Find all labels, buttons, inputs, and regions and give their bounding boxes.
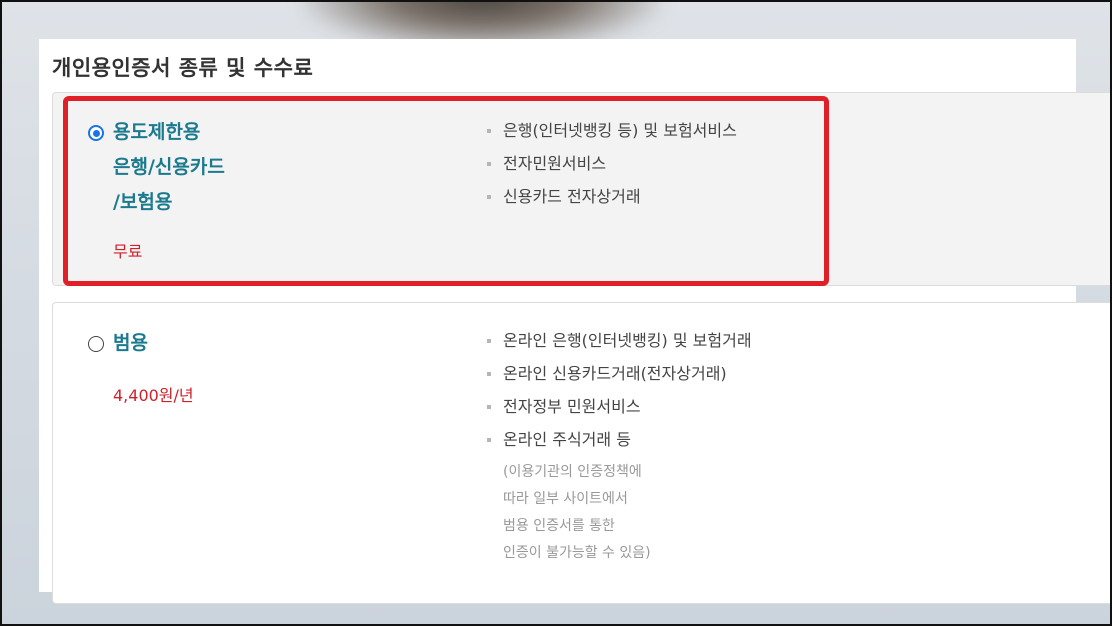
feature-text: 온라인 주식거래 등 xyxy=(503,430,631,449)
square-bullet-icon xyxy=(487,339,491,343)
note-line: 범용 인증서를 통한 xyxy=(503,518,615,534)
square-bullet-icon xyxy=(487,405,491,409)
square-bullet-icon xyxy=(487,438,491,442)
option-price: 4,400원/년 xyxy=(113,386,194,405)
note-line: 인증이 불가능할 수 있음) xyxy=(503,545,651,561)
feature-text: 전자정부 민원서비스 xyxy=(503,397,641,416)
option-name-line: 범용 xyxy=(113,332,148,354)
list-item: 온라인 신용카드거래(전자상거래) xyxy=(487,364,752,397)
note-line: (이용기관의 인증정책에 xyxy=(503,464,642,480)
screenshot-frame: 개인용인증서 종류 및 수수료 용도제한용 은행/신용카드 /보험용 무료 은행… xyxy=(0,0,1112,626)
list-item: 온라인 은행(인터넷뱅킹) 및 보험거래 xyxy=(487,331,752,364)
feature-list: 온라인 은행(인터넷뱅킹) 및 보험거래 온라인 신용카드거래(전자상거래) 전… xyxy=(487,331,752,463)
note-line: 따라 일부 사이트에서 xyxy=(503,491,628,507)
radio-unchecked-icon[interactable] xyxy=(88,336,104,352)
highlight-box xyxy=(63,96,829,286)
square-bullet-icon xyxy=(487,372,491,376)
list-item: 전자정부 민원서비스 xyxy=(487,397,752,430)
feature-text: 온라인 은행(인터넷뱅킹) 및 보험거래 xyxy=(503,331,752,350)
feature-text: 온라인 신용카드거래(전자상거래) xyxy=(503,364,727,383)
option-card-general[interactable]: 범용 4,400원/년 온라인 은행(인터넷뱅킹) 및 보험거래 온라인 신용카… xyxy=(52,302,1110,604)
page-title: 개인용인증서 종류 및 수수료 xyxy=(52,56,314,80)
